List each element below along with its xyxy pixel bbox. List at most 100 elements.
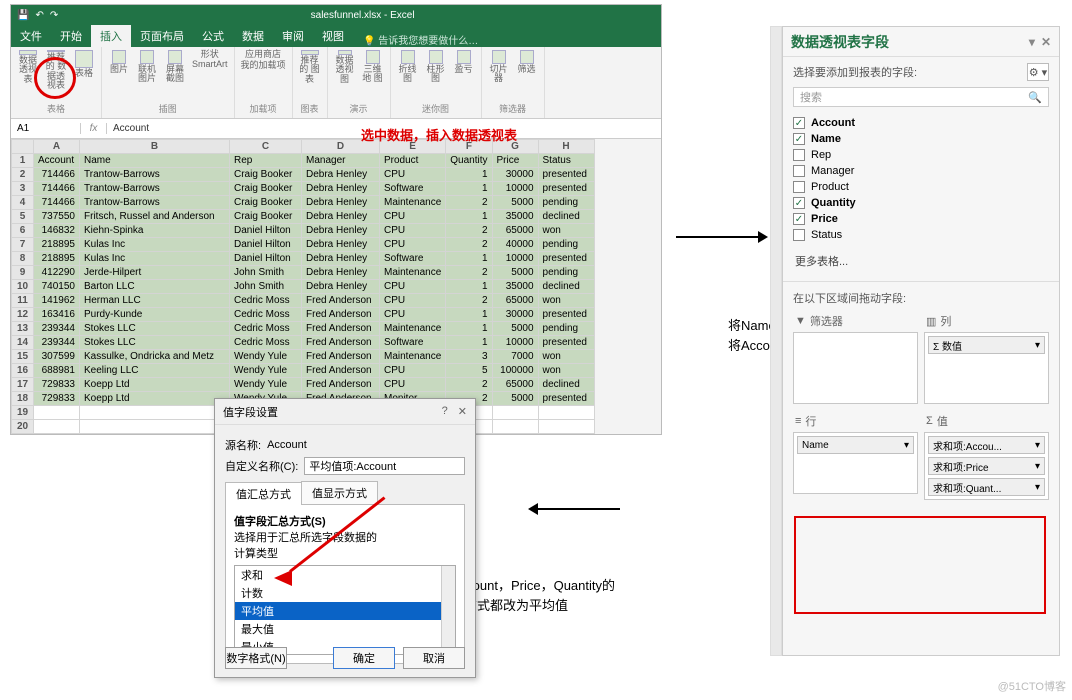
data-cell[interactable]: 239344 bbox=[34, 336, 80, 350]
data-cell[interactable]: 714466 bbox=[34, 196, 80, 210]
data-cell[interactable]: Cedric Moss bbox=[230, 336, 302, 350]
data-cell[interactable]: Fred Anderson bbox=[302, 336, 380, 350]
tab-view[interactable]: 视图 bbox=[313, 25, 353, 47]
data-cell[interactable]: 100000 bbox=[492, 364, 538, 378]
data-cell[interactable]: 5000 bbox=[492, 266, 538, 280]
data-cell[interactable]: Trantow-Barrows bbox=[80, 168, 230, 182]
field-item[interactable]: ✓Name bbox=[793, 131, 1049, 147]
data-cell[interactable]: declined bbox=[538, 378, 594, 392]
fx-icon[interactable]: fx bbox=[81, 123, 107, 134]
data-cell[interactable]: Daniel Hilton bbox=[230, 238, 302, 252]
empty-cell[interactable] bbox=[80, 420, 230, 434]
data-cell[interactable]: declined bbox=[538, 210, 594, 224]
data-cell[interactable]: Koepp Ltd bbox=[80, 392, 230, 406]
data-cell[interactable]: 2 bbox=[446, 196, 492, 210]
picture-button[interactable]: 图片 bbox=[108, 50, 130, 84]
checkbox[interactable]: ✓ bbox=[793, 133, 805, 145]
data-cell[interactable]: Craig Booker bbox=[230, 196, 302, 210]
values-drop-area[interactable]: 求和项:Accou...▾ 求和项:Price▾ 求和项:Quant...▾ bbox=[924, 432, 1049, 500]
calc-option[interactable]: 求和 bbox=[235, 566, 455, 584]
empty-cell[interactable] bbox=[34, 406, 80, 420]
data-cell[interactable]: Maintenance bbox=[380, 266, 446, 280]
gear-icon[interactable]: ⚙ ▾ bbox=[1027, 63, 1049, 81]
data-cell[interactable]: Fred Anderson bbox=[302, 364, 380, 378]
data-cell[interactable]: 714466 bbox=[34, 168, 80, 182]
data-cell[interactable]: Stokes LLC bbox=[80, 322, 230, 336]
store-button[interactable]: 应用商店 bbox=[241, 50, 286, 59]
calc-type-list[interactable]: 求和计数平均值最大值最小值乘积 bbox=[234, 565, 456, 655]
data-cell[interactable]: Kassulke, Ondricka and Metz bbox=[80, 350, 230, 364]
data-cell[interactable]: Trantow-Barrows bbox=[80, 182, 230, 196]
data-cell[interactable]: 1 bbox=[446, 336, 492, 350]
data-cell[interactable]: 2 bbox=[446, 294, 492, 308]
row-header[interactable]: 10 bbox=[12, 280, 34, 294]
data-cell[interactable]: Cedric Moss bbox=[230, 322, 302, 336]
data-cell[interactable]: Debra Henley bbox=[302, 280, 380, 294]
data-cell[interactable]: 1 bbox=[446, 280, 492, 294]
shapes-button[interactable]: 形状 bbox=[192, 50, 228, 59]
data-cell[interactable]: Wendy Yule bbox=[230, 364, 302, 378]
empty-cell[interactable] bbox=[80, 406, 230, 420]
checkbox[interactable] bbox=[793, 149, 805, 161]
field-item[interactable]: Product bbox=[793, 179, 1049, 195]
checkbox[interactable]: ✓ bbox=[793, 117, 805, 129]
data-cell[interactable]: Debra Henley bbox=[302, 238, 380, 252]
calc-option[interactable]: 计数 bbox=[235, 584, 455, 602]
data-cell[interactable]: 141962 bbox=[34, 294, 80, 308]
data-cell[interactable]: presented bbox=[538, 252, 594, 266]
data-cell[interactable]: Maintenance bbox=[380, 350, 446, 364]
header-cell[interactable]: Price bbox=[492, 154, 538, 168]
data-cell[interactable]: Software bbox=[380, 336, 446, 350]
data-cell[interactable]: 30000 bbox=[492, 308, 538, 322]
data-cell[interactable]: Fred Anderson bbox=[302, 308, 380, 322]
tell-me[interactable]: 💡 告诉我您想要做什么… bbox=[353, 32, 478, 47]
empty-cell[interactable] bbox=[492, 420, 538, 434]
data-cell[interactable]: 35000 bbox=[492, 280, 538, 294]
data-cell[interactable]: Maintenance bbox=[380, 196, 446, 210]
data-cell[interactable]: CPU bbox=[380, 224, 446, 238]
data-cell[interactable]: Kulas Inc bbox=[80, 238, 230, 252]
data-cell[interactable]: presented bbox=[538, 308, 594, 322]
name-box[interactable]: A1 bbox=[11, 123, 81, 134]
field-item[interactable]: Rep bbox=[793, 147, 1049, 163]
row-header[interactable]: 13 bbox=[12, 322, 34, 336]
data-cell[interactable]: 40000 bbox=[492, 238, 538, 252]
data-cell[interactable]: Purdy-Kunde bbox=[80, 308, 230, 322]
online-pic-button[interactable]: 联机图片 bbox=[136, 50, 158, 84]
row-header[interactable]: 20 bbox=[12, 420, 34, 434]
data-cell[interactable]: 737550 bbox=[34, 210, 80, 224]
data-cell[interactable]: Daniel Hilton bbox=[230, 252, 302, 266]
header-cell[interactable]: Rep bbox=[230, 154, 302, 168]
col-header[interactable]: B bbox=[80, 140, 230, 154]
recommended-pivot-button[interactable]: 推荐的 数据透视表 bbox=[45, 50, 67, 84]
data-cell[interactable]: Barton LLC bbox=[80, 280, 230, 294]
calc-option[interactable]: 平均值 bbox=[235, 602, 455, 620]
data-cell[interactable]: CPU bbox=[380, 364, 446, 378]
data-cell[interactable]: 2 bbox=[446, 224, 492, 238]
data-cell[interactable]: Jerde-Hilpert bbox=[80, 266, 230, 280]
smartart-button[interactable]: SmartArt bbox=[192, 60, 228, 69]
data-cell[interactable]: CPU bbox=[380, 210, 446, 224]
tab-insert[interactable]: 插入 bbox=[91, 25, 131, 47]
checkbox[interactable]: ✓ bbox=[793, 213, 805, 225]
row-header[interactable]: 5 bbox=[12, 210, 34, 224]
row-header[interactable]: 1 bbox=[12, 154, 34, 168]
tab-summarize-by[interactable]: 值汇总方式 bbox=[225, 482, 302, 505]
data-cell[interactable]: 3 bbox=[446, 350, 492, 364]
checkbox[interactable] bbox=[793, 181, 805, 193]
slicer-button[interactable]: 切片器 bbox=[488, 50, 510, 84]
data-cell[interactable]: Craig Booker bbox=[230, 210, 302, 224]
help-icon[interactable]: ? bbox=[442, 405, 448, 418]
data-cell[interactable]: pending bbox=[538, 266, 594, 280]
custom-name-input[interactable]: 平均值项:Account bbox=[304, 457, 465, 475]
header-cell[interactable]: Product bbox=[380, 154, 446, 168]
data-cell[interactable]: Debra Henley bbox=[302, 196, 380, 210]
data-cell[interactable]: 740150 bbox=[34, 280, 80, 294]
data-cell[interactable]: 65000 bbox=[492, 224, 538, 238]
data-cell[interactable]: presented bbox=[538, 392, 594, 406]
data-cell[interactable]: 10000 bbox=[492, 252, 538, 266]
data-cell[interactable]: Debra Henley bbox=[302, 168, 380, 182]
data-cell[interactable]: 30000 bbox=[492, 168, 538, 182]
data-cell[interactable]: pending bbox=[538, 196, 594, 210]
ok-button[interactable]: 确定 bbox=[333, 647, 395, 669]
